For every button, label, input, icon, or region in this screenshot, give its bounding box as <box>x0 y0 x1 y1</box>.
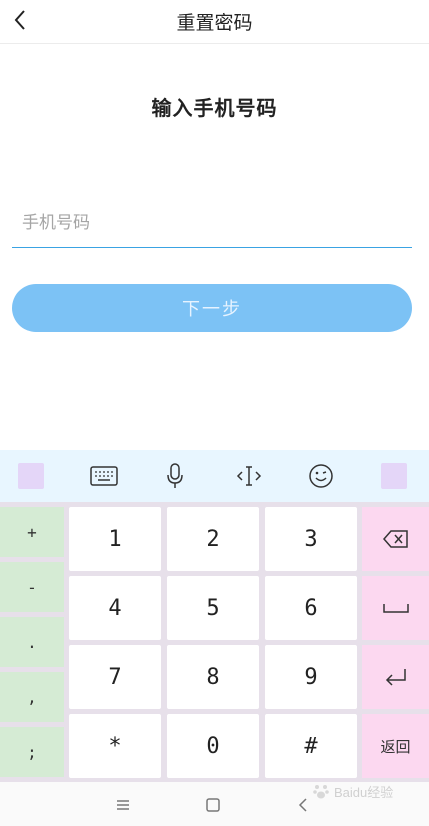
backspace-icon <box>382 530 408 548</box>
enter-key[interactable] <box>362 645 429 709</box>
key-period[interactable]: . <box>0 617 64 667</box>
microphone-icon <box>167 463 183 488</box>
key-comma[interactable]: , <box>0 672 64 722</box>
enter-icon <box>385 669 406 686</box>
keyboard-icon <box>90 466 118 486</box>
phone-number-input[interactable] <box>12 198 412 248</box>
key-8[interactable]: 8 <box>167 645 259 709</box>
key-plus[interactable]: + <box>0 507 64 557</box>
key-7[interactable]: 7 <box>69 645 161 709</box>
placeholder-square-icon <box>381 463 407 489</box>
next-step-button[interactable]: 下一步 <box>12 284 412 332</box>
placeholder-square-icon <box>18 463 44 489</box>
home-square-icon <box>206 798 220 812</box>
back-triangle-icon <box>298 798 307 812</box>
keyboard-switch-button[interactable] <box>90 460 118 492</box>
numeric-keyboard: + - . , ; 1 2 3 4 5 6 7 8 9 * 0 # 返回 <box>0 502 429 782</box>
paw-logo-icon <box>313 785 329 799</box>
watermark: Baidu经验 <box>312 778 422 804</box>
smiley-icon <box>309 464 333 488</box>
key-4[interactable]: 4 <box>69 576 161 640</box>
return-key[interactable]: 返回 <box>362 714 429 778</box>
key-5[interactable]: 5 <box>167 576 259 640</box>
back-nav-button[interactable] <box>292 794 314 816</box>
space-key[interactable] <box>362 576 429 640</box>
cursor-move-button[interactable] <box>236 460 262 492</box>
voice-input-button[interactable] <box>164 460 186 492</box>
key-9[interactable]: 9 <box>265 645 357 709</box>
keyboard-toolbar <box>0 450 429 502</box>
key-0[interactable]: 0 <box>167 714 259 778</box>
key-asterisk[interactable]: * <box>69 714 161 778</box>
text-cursor-icon <box>236 466 262 486</box>
key-1[interactable]: 1 <box>69 507 161 571</box>
toolbar-left-swatch[interactable] <box>18 460 44 492</box>
section-heading: 输入手机号码 <box>151 96 278 120</box>
page-title: 重置密码 <box>176 12 253 34</box>
home-nav-button[interactable] <box>202 794 224 816</box>
menu-nav-button[interactable] <box>112 794 134 816</box>
key-minus[interactable]: - <box>0 562 64 612</box>
key-hash[interactable]: # <box>265 714 357 778</box>
backspace-key[interactable] <box>362 507 429 571</box>
menu-icon <box>117 800 129 810</box>
emoji-button[interactable] <box>308 460 334 492</box>
header: 重置密码 <box>0 0 429 44</box>
key-semicolon[interactable]: ; <box>0 727 64 777</box>
toolbar-right-swatch[interactable] <box>381 460 407 492</box>
watermark-text: Baidu经验 <box>334 784 394 800</box>
space-icon <box>382 604 409 613</box>
key-2[interactable]: 2 <box>167 507 259 571</box>
key-3[interactable]: 3 <box>265 507 357 571</box>
key-6[interactable]: 6 <box>265 576 357 640</box>
